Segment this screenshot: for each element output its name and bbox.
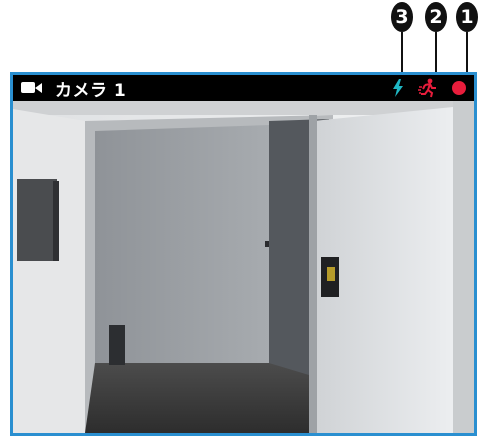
callout-event-number: 3 <box>395 6 409 28</box>
status-icons <box>392 78 466 98</box>
camera-name: カメラ 1 <box>55 80 127 101</box>
running-person-icon <box>418 78 436 98</box>
callout-record-leader <box>466 32 468 74</box>
camera-tile[interactable]: カメラ 1 <box>10 72 477 436</box>
callout-record: 1 <box>456 2 478 32</box>
callout-event: 3 <box>391 2 413 32</box>
camera-titlebar: カメラ 1 <box>13 75 474 101</box>
callout-motion-leader <box>435 32 437 74</box>
camera-scene <box>13 101 474 433</box>
callout-record-number: 1 <box>460 6 474 28</box>
callout-motion-number: 2 <box>429 6 443 28</box>
callout-motion: 2 <box>425 2 447 32</box>
lightning-icon <box>393 79 403 97</box>
video-camera-icon <box>21 80 47 96</box>
camera-video-feed[interactable] <box>13 101 474 433</box>
recording-dot-icon <box>452 81 466 95</box>
callout-event-leader <box>401 32 403 74</box>
